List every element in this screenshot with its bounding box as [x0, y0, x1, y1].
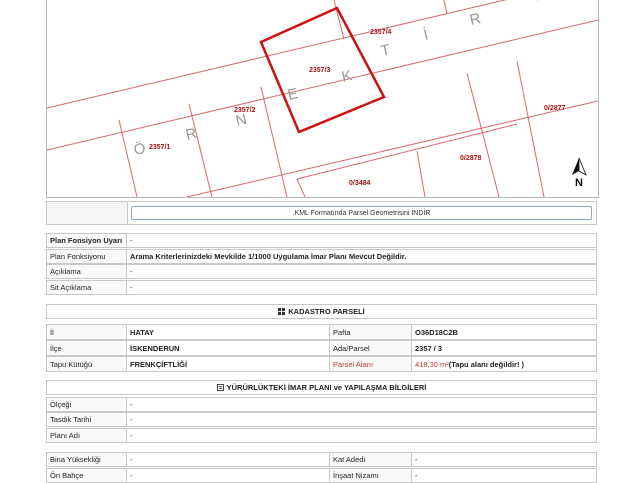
- kadastro-value: 2357 / 3: [415, 343, 443, 353]
- yapilasma-value: -: [127, 469, 330, 482]
- imar-title: YÜRÜRLÜKTEKİ İMAR PLANI ve YAPILAŞMA BİL…: [226, 383, 427, 392]
- yapilasma-label: İnşaat Nizamı: [330, 469, 412, 482]
- plan-row: Plan Fonsiyon Uyarı -: [46, 233, 597, 248]
- yapilasma-label: Kat Adedi: [330, 453, 412, 466]
- kadastro-row: İlçe İSKENDERUN Ada/Parsel 2357 / 3: [46, 340, 597, 356]
- street-name-letter: Ö: [132, 139, 147, 159]
- kadastro-label: Tapu Kütüğü: [47, 357, 127, 371]
- kadastro-value: O36D18C2B: [415, 327, 458, 337]
- yapilasma-value: -: [415, 471, 418, 480]
- yapilasma-value: -: [415, 455, 418, 464]
- parcel-label: 2357/1: [149, 144, 171, 151]
- plan-row-value: Arama Kriterlerinizdeki Mevkilde 1/1000 …: [130, 252, 407, 261]
- parcel-line: [118, 119, 138, 197]
- kadastro-value: FRENKÇİFTLİĞİ: [127, 357, 330, 371]
- download-kml-button[interactable]: .KML Formatında Parsel Geometrisini İNDİ…: [131, 206, 592, 220]
- imar-row: Ölçeği -: [46, 397, 597, 412]
- parcel-line: [416, 150, 426, 197]
- kadastro-label: Pafta: [330, 325, 412, 339]
- imar-header: YÜRÜRLÜKTEKİ İMAR PLANI ve YAPILAŞMA BİL…: [46, 380, 597, 395]
- imar-row: Tasdik Tarihi -: [46, 412, 597, 427]
- kadastro-value: HATAY: [127, 325, 330, 339]
- kadastro-label: İl: [47, 325, 127, 339]
- street-name-letter: R: [468, 10, 483, 29]
- imar-row-label: Ölçeği: [47, 398, 127, 411]
- kadastro-row: Tapu Kütüğü FRENKÇİFTLİĞİ Parsel Alanı 418,…: [46, 356, 597, 372]
- yapilasma-row: Bina Yüksekliği - Kat Adedi -: [46, 452, 597, 467]
- parcel-area-note: (Tapu alanı değildir! ): [448, 359, 525, 369]
- imar-row-label: Planı Adı: [47, 429, 127, 442]
- kadastro-label: Parsel Alanı: [330, 357, 412, 371]
- parcel-line: [296, 178, 306, 197]
- svg-text:N: N: [575, 177, 583, 189]
- street-name-letter: R: [184, 125, 199, 144]
- street-edge-north: [47, 0, 507, 109]
- parcel-line: [188, 103, 213, 197]
- street-edge-south: [186, 100, 598, 197]
- imar-row-value: -: [130, 431, 133, 440]
- building-icon: [216, 384, 224, 391]
- yapilasma-value: -: [127, 453, 330, 466]
- kadastro-row: İl HATAY Pafta O36D18C2B: [46, 324, 597, 340]
- kml-download-row: .KML Formatında Parsel Geometrisini İNDİ…: [46, 201, 597, 225]
- plan-row-label: Plan Fonksiyonu: [47, 250, 127, 263]
- imar-row-label: Tasdik Tarihi: [47, 413, 127, 426]
- imar-row-value: -: [130, 415, 133, 424]
- kadastro-label: Ada/Parsel: [330, 341, 412, 355]
- plan-row-label: Plan Fonsiyon Uyarı: [47, 234, 127, 247]
- parcel-area-value: 418,30 m²: [415, 359, 449, 369]
- parcel-label: 2357/3: [309, 67, 331, 74]
- yapilasma-row: Ön Bahçe - İnşaat Nizamı -: [46, 468, 597, 483]
- yapilasma-label: Ön Bahçe: [47, 469, 127, 482]
- street-edge-middle: [47, 19, 598, 151]
- plan-row-value: -: [130, 236, 133, 245]
- plan-row-value: -: [130, 283, 133, 292]
- plan-row: Açıklama -: [46, 264, 597, 279]
- parcel-map[interactable]: 2357/1 2357/2 2357/3 2357/4 0/3484 0/287…: [46, 0, 599, 198]
- north-arrow-icon: N: [572, 157, 587, 189]
- street-name-letter: İ: [422, 25, 430, 43]
- kadastro-title: KADASTRO PARSELİ: [288, 307, 365, 316]
- parcel-line: [443, 0, 448, 15]
- kadastro-value: 418,30 m² (Tapu alanı değildir! ): [412, 357, 596, 371]
- street-name-letter: T: [379, 41, 392, 60]
- yapilasma-label: Bina Yüksekliği: [47, 453, 127, 466]
- parcel-label: 0/3484: [349, 180, 371, 187]
- plan-row-label: Açıklama: [47, 265, 127, 278]
- imar-row: Planı Adı -: [46, 428, 597, 443]
- plan-row: Sit Açıklama -: [46, 280, 597, 295]
- plan-row-value: -: [130, 267, 133, 276]
- grid-icon: [278, 308, 286, 315]
- street-name-letter: E: [286, 85, 300, 104]
- map-canvas: 2357/1 2357/2 2357/3 2357/4 0/3484 0/287…: [47, 0, 598, 197]
- kadastro-label: İlçe: [47, 341, 127, 355]
- parcel-label: 0/2878: [460, 155, 482, 162]
- kml-row-spacer: [47, 202, 128, 224]
- street-name-letter: K: [340, 67, 354, 86]
- imar-row-value: -: [130, 400, 133, 409]
- kadastro-value: İSKENDERUN: [127, 341, 330, 355]
- kadastro-header: KADASTRO PARSELİ: [46, 304, 597, 319]
- plan-row: Plan Fonksiyonu Arama Kriterlerinizdeki M…: [46, 249, 597, 264]
- plan-row-label: Sit Açıklama: [47, 281, 127, 294]
- parcel-line: [296, 123, 518, 180]
- parcel-line: [516, 60, 545, 197]
- parcel-label: 2357/4: [370, 29, 392, 36]
- parcel-line: [260, 86, 288, 197]
- parcel-label: 0/2877: [544, 105, 566, 112]
